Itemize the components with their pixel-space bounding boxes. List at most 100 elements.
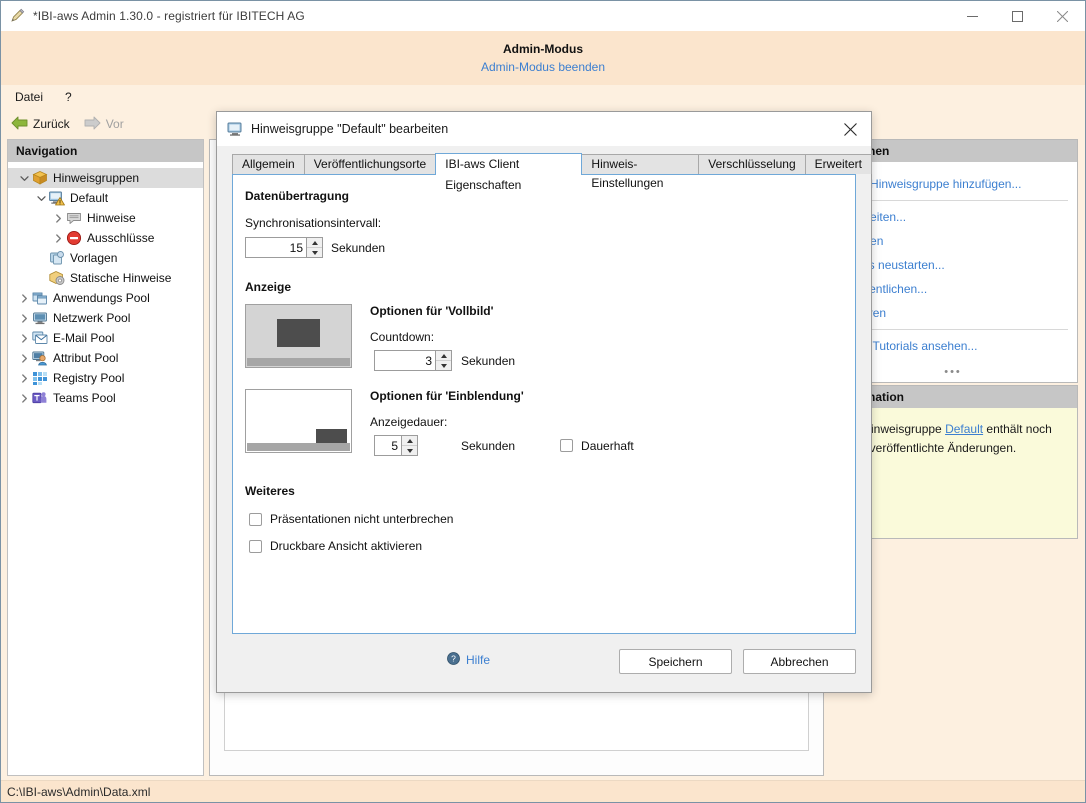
duration-decrement[interactable] (402, 446, 417, 455)
action-separator (838, 329, 1068, 330)
forward-button[interactable]: Vor (84, 116, 124, 133)
monitor-icon (227, 121, 243, 137)
countdown-stepper[interactable] (374, 350, 452, 371)
chevron-down-icon[interactable] (33, 190, 49, 206)
sidebar-item-label: Hinweisgruppen (53, 170, 139, 186)
permanent-checkbox-row[interactable]: Dauerhaft (560, 439, 634, 453)
tab-ibi-aws-client-eigenschaften[interactable]: IBI-aws Client Eigenschaften (435, 153, 582, 175)
tab-ver-ffentlichungsorte[interactable]: Veröffentlichungsorte (304, 154, 437, 174)
registry-pool-icon (32, 370, 48, 386)
chevron-right-icon[interactable] (50, 210, 66, 226)
sync-interval-input[interactable] (246, 238, 306, 257)
chevron-right-icon[interactable] (16, 390, 32, 406)
maximize-button[interactable] (995, 1, 1040, 31)
no-interrupt-presentations-checkbox[interactable] (249, 513, 262, 526)
duration-input[interactable] (375, 436, 401, 455)
navigation-buttons: Zurück Vor (1, 111, 208, 137)
back-button[interactable]: Zurück (11, 116, 70, 133)
sidebar-item-teams-pool[interactable]: Teams Pool (8, 388, 203, 408)
sidebar-item-label: Teams Pool (53, 390, 116, 406)
block-icon (66, 230, 82, 246)
cancel-button[interactable]: Abbrechen (743, 649, 856, 674)
dialog-close-button[interactable] (829, 112, 871, 146)
admin-mode-title: Admin-Modus (503, 42, 583, 56)
dialog-action-buttons: Speichern Abbrechen (619, 649, 856, 674)
fullscreen-options-title: Optionen für 'Vollbild' (370, 304, 515, 318)
menu-item-help[interactable]: ? (65, 90, 72, 104)
title-bar: *IBI-aws Admin 1.30.0 - registriert für … (1, 1, 1085, 31)
email-pool-icon (32, 330, 48, 346)
sidebar-item-hinweisgruppen[interactable]: Hinweisgruppen (8, 168, 203, 188)
sync-interval-increment[interactable] (307, 238, 322, 248)
countdown-decrement[interactable] (436, 361, 451, 370)
chevron-right-icon[interactable] (16, 310, 32, 326)
monitor-warning-icon (49, 190, 65, 206)
countdown-input[interactable] (375, 351, 435, 370)
tab-erweitert[interactable]: Erweitert (805, 154, 872, 174)
chevron-right-icon[interactable] (16, 370, 32, 386)
attribute-pool-icon (32, 350, 48, 366)
sidebar-item-attribut-pool[interactable]: Attribut Pool (8, 348, 203, 368)
back-button-label: Zurück (33, 117, 70, 131)
help-link[interactable]: ? Hilfe (447, 652, 490, 668)
save-button[interactable]: Speichern (619, 649, 732, 674)
printable-view-checkbox[interactable] (249, 540, 262, 553)
sidebar-item-e-mail-pool[interactable]: E-Mail Pool (8, 328, 203, 348)
information-group-link[interactable]: Default (945, 422, 983, 436)
tab-verschl-sselung[interactable]: Verschlüsselung (698, 154, 805, 174)
sidebar-item-label: Anwendungs Pool (53, 290, 150, 306)
svg-text:?: ? (451, 654, 456, 664)
countdown-increment[interactable] (436, 351, 451, 361)
no-interrupt-presentations-label: Präsentationen nicht unterbrechen (270, 512, 453, 526)
tab-allgemein[interactable]: Allgemein (232, 154, 305, 174)
section-title-other: Weiteres (245, 484, 843, 498)
edit-notice-group-dialog: Hinweisgruppe "Default" bearbeiten Allge… (216, 111, 872, 693)
overlay-options-title: Optionen für 'Einblendung' (370, 389, 634, 403)
sidebar-item-label: E-Mail Pool (53, 330, 114, 346)
fullscreen-preview (245, 304, 352, 368)
navigation-tree[interactable]: Hinweisgruppen Default HinweiseAusschlüsse… (8, 162, 203, 408)
sidebar-item-netzwerk-pool[interactable]: Netzwerk Pool (8, 308, 203, 328)
checkbox-row-no-interrupt[interactable]: Präsentationen nicht unterbrechen (245, 512, 843, 526)
menu-item-datei[interactable]: Datei (15, 90, 43, 104)
sidebar-item-hinweise[interactable]: Hinweise (8, 208, 203, 228)
sidebar-item-label: Netzwerk Pool (53, 310, 130, 326)
help-link-label: Hilfe (466, 653, 490, 667)
chevron-right-icon[interactable] (16, 330, 32, 346)
dialog-tab-strip[interactable]: AllgemeinVeröffentlichungsorteIBI-aws Cl… (232, 154, 871, 174)
overlay-preview (245, 389, 352, 453)
countdown-spin-buttons[interactable] (435, 351, 451, 370)
printable-view-label: Druckbare Ansicht aktivieren (270, 539, 422, 553)
chevron-right-icon[interactable] (16, 350, 32, 366)
sync-interval-spin-buttons[interactable] (306, 238, 322, 257)
sidebar-item-label: Statische Hinweise (70, 270, 171, 286)
chevron-right-icon[interactable] (16, 290, 32, 306)
admin-mode-exit-link[interactable]: Admin-Modus beenden (481, 60, 605, 74)
status-bar: C:\IBI-aws\Admin\Data.xml (1, 780, 1085, 802)
close-button[interactable] (1040, 1, 1085, 31)
sidebar-item-anwendungs-pool[interactable]: Anwendungs Pool (8, 288, 203, 308)
section-title-display: Anzeige (245, 280, 843, 294)
teams-pool-icon (32, 390, 48, 406)
minimize-button[interactable] (950, 1, 995, 31)
sidebar-item-label: Default (70, 190, 108, 206)
chevron-down-icon[interactable] (16, 170, 32, 186)
permanent-checkbox[interactable] (560, 439, 573, 452)
tab-hinweis-einstellungen[interactable]: Hinweis-Einstellungen (581, 154, 699, 174)
sidebar-item-default[interactable]: Default (8, 188, 203, 208)
duration-stepper[interactable] (374, 435, 418, 456)
sync-interval-decrement[interactable] (307, 248, 322, 257)
countdown-unit: Sekunden (461, 354, 515, 368)
sidebar-item-registry-pool[interactable]: Registry Pool (8, 368, 203, 388)
sidebar-item-vorlagen[interactable]: Vorlagen (8, 248, 203, 268)
chevron-right-icon[interactable] (50, 230, 66, 246)
sidebar-item-ausschl-sse[interactable]: Ausschlüsse (8, 228, 203, 248)
application-pool-icon (32, 290, 48, 306)
fullscreen-preview-taskbar (247, 358, 350, 366)
sidebar-item-statische-hinweise[interactable]: Statische Hinweise (8, 268, 203, 288)
duration-spin-buttons[interactable] (401, 436, 417, 455)
checkbox-row-printable-view[interactable]: Druckbare Ansicht aktivieren (245, 539, 843, 553)
permanent-label: Dauerhaft (581, 439, 634, 453)
duration-increment[interactable] (402, 436, 417, 446)
sync-interval-stepper[interactable] (245, 237, 323, 258)
